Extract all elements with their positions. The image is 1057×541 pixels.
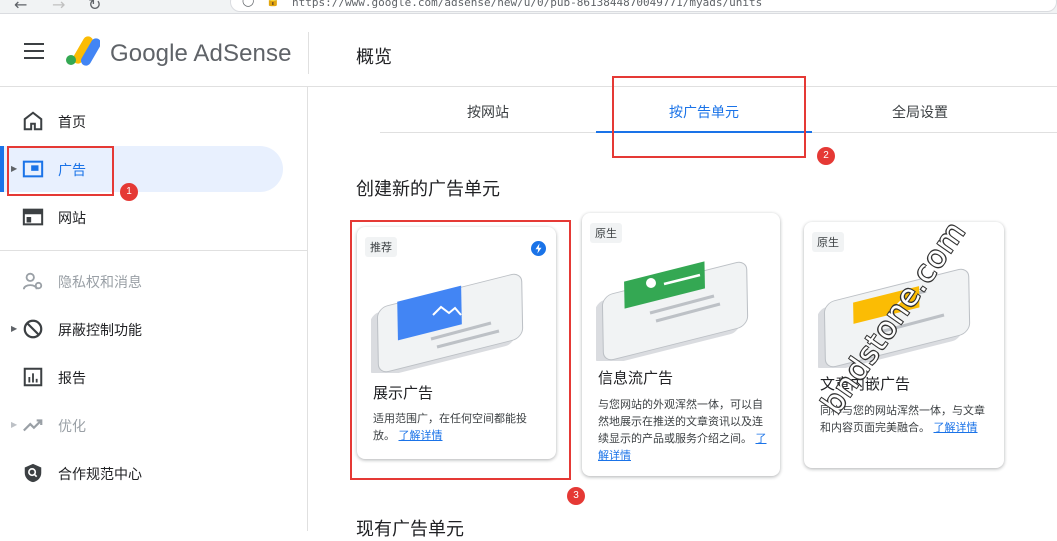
expand-caret-icon[interactable]: ▶ [11, 420, 17, 429]
card-description: 与您网站的外观浑然一体，可以自然地展示在推送的文章资讯以及连续显示的产品或服务介… [598, 398, 767, 462]
annotation-box-tab [612, 76, 806, 158]
annotation-marker-3: 3 [567, 487, 585, 505]
page-title: 概览 [356, 47, 392, 68]
policy-icon [24, 463, 42, 483]
block-icon [23, 319, 43, 339]
active-indicator [0, 146, 4, 192]
header-divider [308, 32, 309, 74]
sidebar-item-blocking[interactable]: ▶ 屏蔽控制功能 [0, 306, 290, 352]
sidebar-item-label: 屏蔽控制功能 [58, 323, 142, 339]
reload-icon[interactable]: ↻ [88, 0, 101, 13]
sidebar-divider [0, 250, 308, 251]
site-info-icon[interactable]: ◯ [242, 0, 254, 7]
card-in-article-ads[interactable]: 原生 文章内嵌广告 同样与您的网站浑然一体，与文章和内容页面完美融合。 了解详情 [804, 222, 1004, 468]
sidebar-item-label: 合作规范中心 [58, 467, 142, 483]
annotation-marker-1: 1 [120, 183, 138, 201]
sidebar-item-label: 报告 [58, 371, 86, 387]
annotation-marker-2: 2 [817, 147, 835, 165]
sidebar-item-label: 隐私权和消息 [58, 275, 142, 291]
home-icon [23, 111, 43, 131]
adsense-logo-icon [66, 36, 100, 66]
sidebar-item-home[interactable]: 首页 [0, 98, 290, 144]
annotation-box-ads [7, 146, 114, 196]
section-title-existing: 现有广告单元 [356, 519, 464, 540]
learn-more-link[interactable]: 了解详情 [934, 421, 978, 434]
expand-caret-icon[interactable]: ▶ [11, 324, 17, 333]
card-title: 信息流广告 [598, 369, 674, 387]
sites-icon [22, 208, 44, 226]
tab-by-site[interactable]: 按网站 [380, 87, 596, 133]
sidebar-item-privacy[interactable]: 隐私权和消息 [0, 258, 290, 304]
sidebar-item-sites[interactable]: 网站 [0, 194, 290, 240]
native-badge: 原生 [590, 223, 622, 243]
sidebar-item-label: 优化 [58, 419, 86, 435]
forward-arrow-icon[interactable]: → [52, 0, 65, 13]
in-feed-ad-illustration-icon [596, 261, 749, 361]
brand-name: Google AdSense [110, 40, 292, 67]
reports-icon [23, 367, 43, 387]
annotation-box-card [350, 220, 571, 480]
sidebar-item-policy[interactable]: 合作规范中心 [0, 450, 290, 496]
app-header: Google AdSense [0, 15, 308, 86]
tab-global-settings[interactable]: 全局设置 [812, 87, 1028, 133]
url-text[interactable]: https://www.google.com/adsense/new/u/0/p… [292, 0, 762, 9]
sidebar-item-reports[interactable]: 报告 [0, 354, 290, 400]
optimize-icon [23, 419, 43, 432]
privacy-icon [22, 272, 43, 290]
menu-icon[interactable] [24, 43, 44, 59]
sidebar-item-optimize[interactable]: ▶ 优化 [0, 402, 290, 448]
sidebar-item-label: 网站 [58, 211, 86, 227]
section-title-create: 创建新的广告单元 [356, 179, 500, 200]
card-in-feed-ads[interactable]: 原生 信息流广告 与您网站的外观浑然一体，可以自然地展示在推送的文章资讯以及连续… [582, 213, 780, 476]
back-arrow-icon[interactable]: ← [14, 0, 27, 13]
sidebar-item-label: 首页 [58, 115, 86, 131]
native-badge: 原生 [812, 232, 844, 252]
browser-toolbar: ← → ↻ ◯ 🔒 https://www.google.com/adsense… [0, 0, 1057, 14]
lock-icon: 🔒 [266, 0, 280, 7]
